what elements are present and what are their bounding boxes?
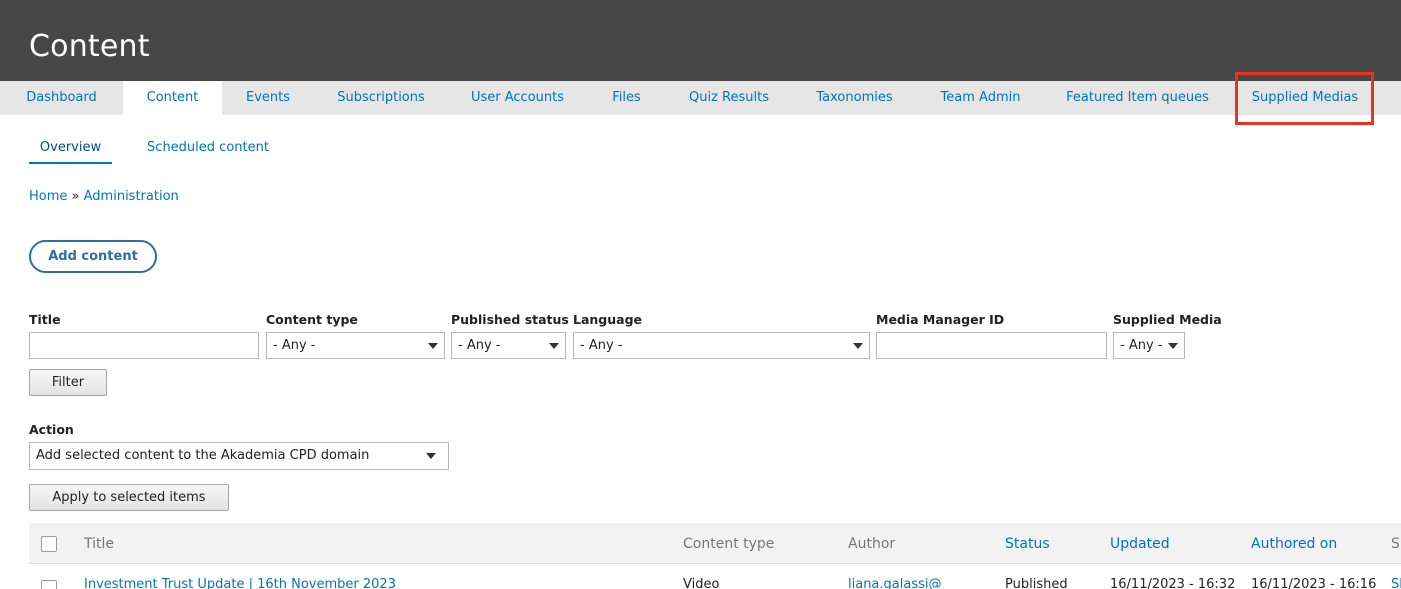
column-header-status[interactable]: Status [1005, 536, 1050, 552]
tab-files[interactable]: Files [587, 81, 666, 115]
tab-user-accounts[interactable]: User Accounts [448, 81, 587, 115]
media-manager-id-input[interactable] [876, 332, 1107, 359]
published-status-select-value: - Any - [458, 338, 501, 353]
column-header-content-type: Content type [683, 536, 775, 552]
column-header-title: Title [84, 536, 115, 552]
column-header-truncated: S [1391, 536, 1400, 552]
tab-scheduled-content[interactable]: Scheduled content [140, 132, 276, 164]
tab-content[interactable]: Content [123, 81, 222, 115]
published-status-select[interactable]: - Any - [451, 332, 566, 359]
column-header-authored-on[interactable]: Authored on [1251, 536, 1337, 552]
content-type-select[interactable]: - Any - [266, 332, 445, 359]
tab-overview[interactable]: Overview [29, 132, 112, 164]
row-content-type: Video [683, 577, 720, 589]
chevron-down-icon [426, 453, 436, 459]
language-select-value: - Any - [580, 338, 623, 353]
tab-quiz-results[interactable]: Quiz Results [666, 81, 792, 115]
supplied-media-filter-label: Supplied Media [1113, 312, 1222, 327]
chevron-down-icon [853, 343, 863, 349]
row-title-link[interactable]: Investment Trust Update | 16th November … [84, 577, 396, 589]
tab-subscriptions[interactable]: Subscriptions [314, 81, 448, 115]
column-header-author: Author [848, 536, 896, 552]
action-label: Action [29, 422, 74, 437]
page-title: Content [29, 29, 150, 64]
filter-button[interactable]: Filter [29, 369, 107, 396]
chevron-down-icon [428, 343, 438, 349]
tab-featured-item-queues[interactable]: Featured Item queues [1044, 81, 1231, 115]
row-checkbox[interactable] [41, 580, 57, 589]
content-type-filter-label: Content type [266, 312, 358, 327]
row-status: Published [1005, 577, 1068, 589]
select-all-checkbox[interactable] [41, 536, 57, 552]
breadcrumb-administration[interactable]: Administration [84, 189, 179, 204]
tab-team-admin[interactable]: Team Admin [917, 81, 1044, 115]
language-select[interactable]: - Any - [573, 332, 870, 359]
page-header: Content [0, 0, 1401, 81]
chevron-down-icon [549, 343, 559, 349]
action-select-value: Add selected content to the Akademia CPD… [36, 448, 370, 463]
action-select[interactable]: Add selected content to the Akademia CPD… [29, 442, 449, 470]
tab-events[interactable]: Events [222, 81, 314, 115]
supplied-media-select[interactable]: - Any - [1113, 332, 1185, 359]
title-filter-input[interactable] [29, 332, 259, 359]
title-filter-label: Title [29, 312, 61, 327]
published-status-filter-label: Published status [451, 312, 569, 327]
row-updated: 16/11/2023 - 16:32 [1110, 577, 1236, 589]
content-type-select-value: - Any - [273, 338, 316, 353]
tab-dashboard[interactable]: Dashboard [0, 81, 123, 115]
row-truncated-link[interactable]: Sl [1391, 577, 1401, 589]
primary-tabs: Dashboard Content Events Subscriptions U… [0, 81, 1401, 115]
media-manager-id-filter-label: Media Manager ID [876, 312, 1005, 327]
language-filter-label: Language [573, 312, 643, 327]
row-author-link[interactable]: liana.galassi@ [848, 577, 941, 589]
column-header-updated[interactable]: Updated [1110, 536, 1170, 552]
supplied-media-select-value: - Any - [1120, 338, 1163, 353]
chevron-down-icon [1168, 343, 1178, 349]
apply-to-selected-button[interactable]: Apply to selected items [29, 484, 229, 511]
add-content-button[interactable]: Add content [29, 240, 157, 273]
breadcrumb-separator: » [71, 189, 80, 204]
breadcrumb: Home » Administration [29, 189, 179, 204]
tab-taxonomies[interactable]: Taxonomies [792, 81, 917, 115]
row-authored-on: 16/11/2023 - 16:16 [1251, 577, 1377, 589]
tab-supplied-medias[interactable]: Supplied Medias [1238, 81, 1372, 115]
breadcrumb-home[interactable]: Home [29, 189, 67, 204]
